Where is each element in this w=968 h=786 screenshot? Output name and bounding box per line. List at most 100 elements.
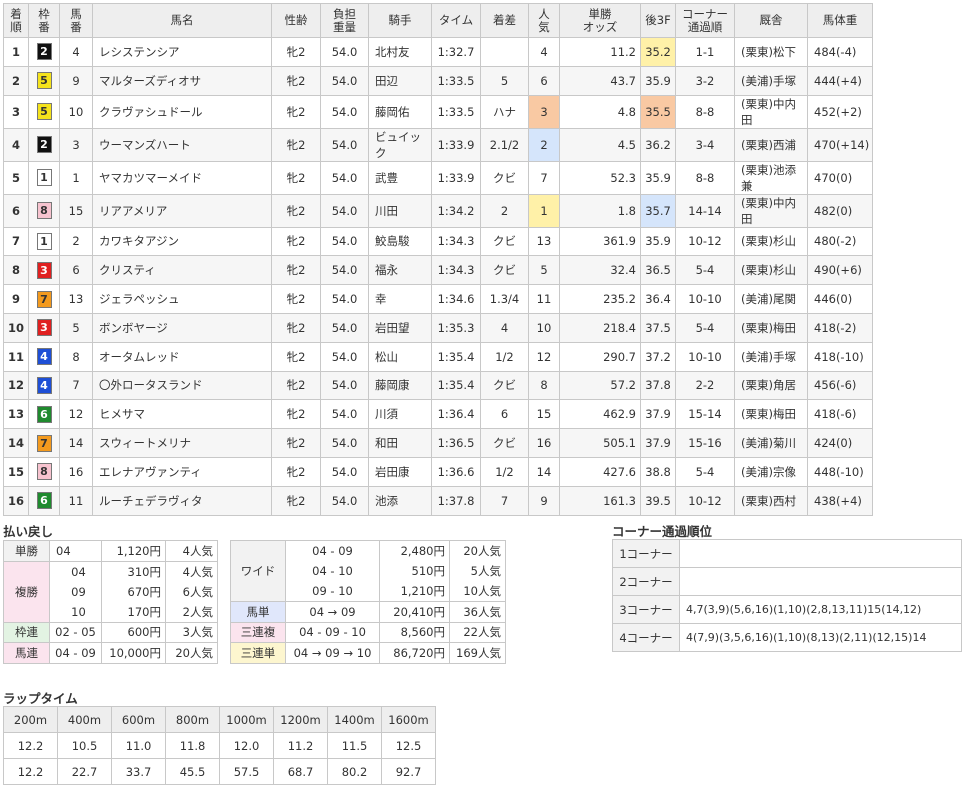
jockey-link[interactable]: 北村友 bbox=[368, 37, 432, 67]
stable-link[interactable]: (栗東)杉山 bbox=[734, 226, 808, 257]
horse-name-link[interactable]: ウーマンズハート bbox=[92, 127, 272, 162]
stable-link[interactable]: (栗東)杉山 bbox=[734, 255, 808, 286]
jockey-link[interactable]: 岩田望 bbox=[368, 312, 432, 343]
combo-sanrenpuku: 04 - 09 - 10 bbox=[285, 621, 380, 643]
result-row: 11 4 8 オータムレッド 牝2 54.0 松山 1:35.4 1/2 12 … bbox=[3, 341, 873, 372]
sex-age-cell: 牝2 bbox=[271, 399, 321, 430]
margin-cell: 2.1/2 bbox=[480, 127, 529, 162]
horse-name-link[interactable]: スウィートメリナ bbox=[92, 428, 272, 458]
jockey-link[interactable]: 岩田康 bbox=[368, 456, 432, 487]
horse-name-link[interactable]: カワキタアジン bbox=[92, 226, 272, 257]
horse-name-link[interactable]: ジェラペッシュ bbox=[92, 284, 272, 314]
sex-age-cell: 牝2 bbox=[271, 193, 321, 228]
stable-link[interactable]: (栗東)松下 bbox=[734, 37, 808, 67]
odds-cell: 218.4 bbox=[559, 312, 641, 343]
waku-cell: 7 bbox=[28, 428, 60, 458]
time-cell: 1:37.8 bbox=[431, 485, 481, 516]
header-weight: 負担 重量 bbox=[320, 3, 369, 38]
jockey-link[interactable]: 川須 bbox=[368, 399, 432, 430]
odds-cell: 57.2 bbox=[559, 370, 641, 401]
pop-wakuren: 3人気 bbox=[165, 621, 218, 643]
margin-cell: クビ bbox=[480, 370, 529, 401]
horse-name-link[interactable]: レシステンシア bbox=[92, 37, 272, 67]
margin-cell: 5 bbox=[480, 65, 529, 96]
stable-link[interactable]: (栗東)角居 bbox=[734, 370, 808, 401]
stable-link[interactable]: (美浦)手塚 bbox=[734, 65, 808, 96]
jockey-link[interactable]: 川田 bbox=[368, 193, 432, 228]
time-cell: 1:36.4 bbox=[431, 399, 481, 430]
horse-name-link[interactable]: ボンボヤージ bbox=[92, 312, 272, 343]
horse-name-link[interactable]: オータムレッド bbox=[92, 341, 272, 372]
weight-cell: 54.0 bbox=[320, 255, 369, 286]
lap-header: 1000m bbox=[219, 706, 274, 733]
margin-cell: クビ bbox=[480, 160, 529, 195]
stable-link[interactable]: (美浦)尾関 bbox=[734, 284, 808, 314]
horse-name-link[interactable]: ヤマカツマーメイド bbox=[92, 160, 272, 195]
jockey-link[interactable]: 福永 bbox=[368, 255, 432, 286]
waku-cell: 8 bbox=[28, 193, 60, 228]
jockey-link[interactable]: 和田 bbox=[368, 428, 432, 458]
jockey-link[interactable]: 鮫島駿 bbox=[368, 226, 432, 257]
umaban-cell: 3 bbox=[59, 127, 93, 162]
waku-badge: 8 bbox=[36, 202, 52, 220]
stable-link[interactable]: (栗東)池添兼 bbox=[734, 160, 808, 195]
stable-link[interactable]: (美浦)菊川 bbox=[734, 428, 808, 458]
jockey-link[interactable]: 武豊 bbox=[368, 160, 432, 195]
jockey-link[interactable]: 幸 bbox=[368, 284, 432, 314]
last3f-cell: 37.2 bbox=[640, 341, 676, 372]
label-tansho: 単勝 bbox=[3, 540, 50, 562]
header-umaban: 馬 番 bbox=[59, 3, 93, 38]
jockey-link[interactable]: 池添 bbox=[368, 485, 432, 516]
payout-row-wakuren: 枠連 02 - 05 600円 3人気 bbox=[3, 621, 218, 643]
odds-cell: 11.2 bbox=[559, 37, 641, 67]
horse-name-link[interactable]: ルーチェデラヴィタ bbox=[92, 485, 272, 516]
horse-name-link[interactable]: リアアメリア bbox=[92, 193, 272, 228]
stable-link[interactable]: (栗東)西浦 bbox=[734, 127, 808, 162]
sex-age-cell: 牝2 bbox=[271, 370, 321, 401]
rank-cell: 16 bbox=[3, 485, 29, 516]
lap-cumulative: 57.5 bbox=[219, 758, 274, 785]
stable-link[interactable]: (美浦)宗像 bbox=[734, 456, 808, 487]
last3f-cell: 37.9 bbox=[640, 428, 676, 458]
corner-value-4: 4(7,9)(3,5,6,16)(1,10)(8,13)(2,11)(12,15… bbox=[679, 623, 962, 652]
jockey-link[interactable]: 藤岡佑 bbox=[368, 94, 432, 129]
rank-cell: 12 bbox=[3, 370, 29, 401]
rank-cell: 5 bbox=[3, 160, 29, 195]
waku-badge: 6 bbox=[36, 405, 52, 423]
rank-cell: 13 bbox=[3, 399, 29, 430]
rank-cell: 4 bbox=[3, 127, 29, 162]
result-row: 3 5 10 クラヴァシュドール 牝2 54.0 藤岡佑 1:33.5 ハナ 3… bbox=[3, 94, 873, 129]
corner-label-4: 4コーナー bbox=[612, 623, 680, 652]
lap-cumulative: 33.7 bbox=[111, 758, 166, 785]
stable-link[interactable]: (栗東)西村 bbox=[734, 485, 808, 516]
stable-link[interactable]: (美浦)手塚 bbox=[734, 341, 808, 372]
weight-cell: 54.0 bbox=[320, 193, 369, 228]
stable-link[interactable]: (栗東)中内田 bbox=[734, 193, 808, 228]
weight-cell: 54.0 bbox=[320, 341, 369, 372]
jockey-link[interactable]: 田辺 bbox=[368, 65, 432, 96]
horse-name-link[interactable]: 〇外ロータスランド bbox=[92, 370, 272, 401]
pop-umatan: 36人気 bbox=[449, 601, 506, 623]
stable-link[interactable]: (栗東)梅田 bbox=[734, 399, 808, 430]
odds-cell: 361.9 bbox=[559, 226, 641, 257]
umaban-cell: 6 bbox=[59, 255, 93, 286]
payout-row-umaren: 馬連 04 - 09 10,000円 20人気 bbox=[3, 642, 218, 664]
horse-name-link[interactable]: クラヴァシュドール bbox=[92, 94, 272, 129]
jockey-link[interactable]: 藤岡康 bbox=[368, 370, 432, 401]
horse-name-link[interactable]: エレナアヴァンティ bbox=[92, 456, 272, 487]
sex-age-cell: 牝2 bbox=[271, 226, 321, 257]
sex-age-cell: 牝2 bbox=[271, 485, 321, 516]
stable-link[interactable]: (栗東)中内田 bbox=[734, 94, 808, 129]
header-horse-name: 馬名 bbox=[92, 3, 272, 38]
horse-name-link[interactable]: ヒメサマ bbox=[92, 399, 272, 430]
umaban-cell: 2 bbox=[59, 226, 93, 257]
horse-name-link[interactable]: マルターズディオサ bbox=[92, 65, 272, 96]
stable-link[interactable]: (栗東)梅田 bbox=[734, 312, 808, 343]
weight-cell: 54.0 bbox=[320, 160, 369, 195]
odds-cell: 290.7 bbox=[559, 341, 641, 372]
waku-cell: 3 bbox=[28, 255, 60, 286]
jockey-link[interactable]: ビュイック bbox=[368, 127, 432, 162]
corner-table: 1コーナー 2コーナー 3コーナー 4,7(3,9)(5,6,16)(1,10)… bbox=[612, 539, 962, 652]
jockey-link[interactable]: 松山 bbox=[368, 341, 432, 372]
horse-name-link[interactable]: クリスティ bbox=[92, 255, 272, 286]
